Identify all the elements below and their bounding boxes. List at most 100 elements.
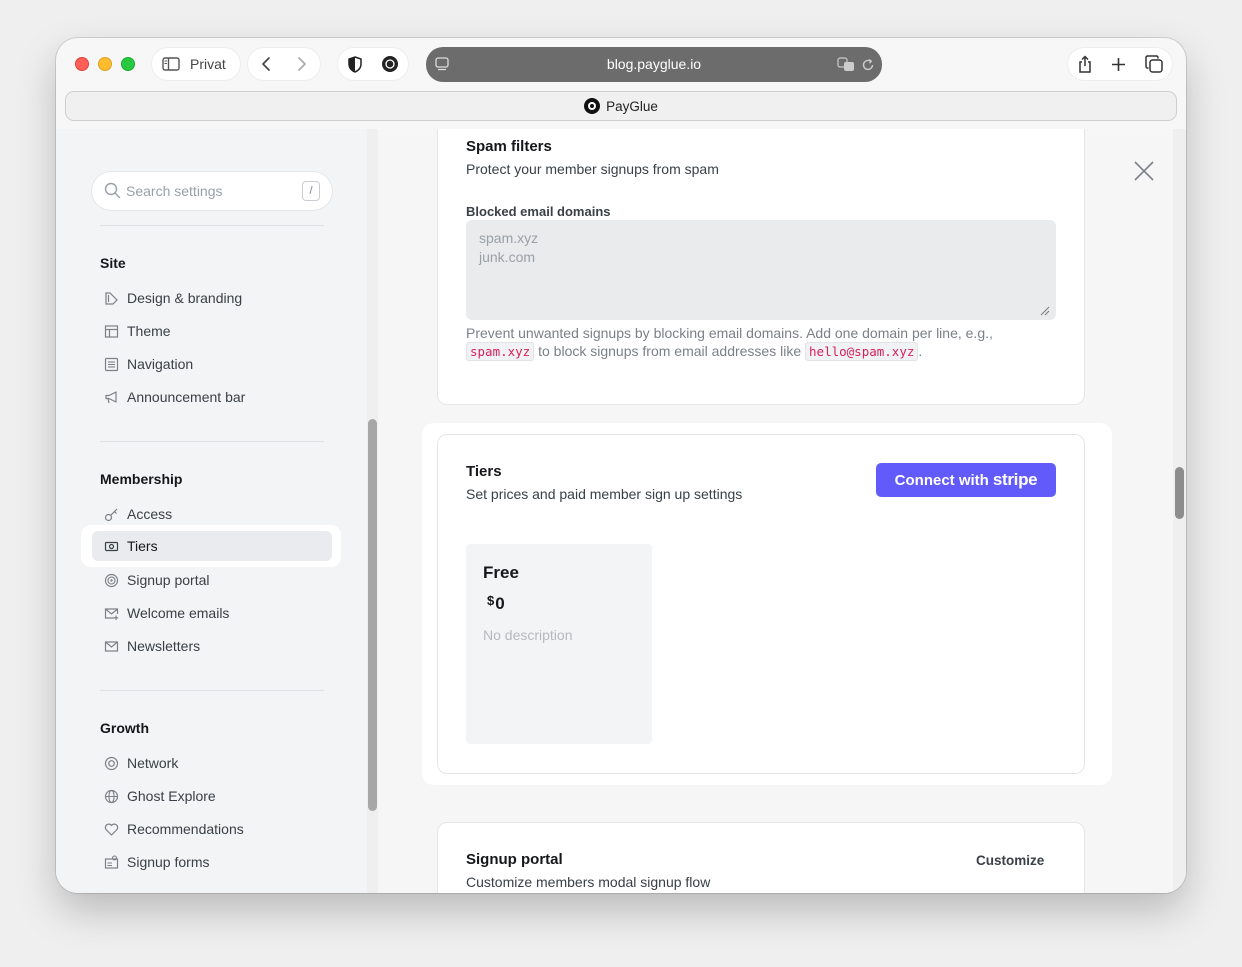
sidebar-item-design-branding[interactable]: Design & branding (92, 283, 332, 313)
tier-description: No description (483, 627, 573, 643)
sidebar-item-label: Signup forms (127, 854, 210, 870)
search-placeholder: Search settings (126, 183, 223, 199)
megaphone-icon (105, 390, 117, 403)
sidebar-item-announcement-bar[interactable]: Announcement bar (92, 382, 332, 412)
sidebar-item-label: Announcement bar (127, 389, 246, 405)
blocked-domains-label: Blocked email domains (466, 204, 611, 219)
sidebar-item-label: Ghost Explore (127, 788, 216, 804)
sidebar-divider (100, 441, 324, 442)
new-tab-icon[interactable] (1111, 57, 1126, 72)
tabs-overview-icon[interactable] (1145, 55, 1163, 73)
list-icon (104, 357, 119, 371)
tab-payglue[interactable]: PayGlue (65, 91, 1177, 121)
sidebar-item-label: Theme (127, 323, 171, 339)
search-input[interactable]: Search settings / (92, 172, 332, 210)
extension-buttons (338, 48, 408, 80)
zoom-window-button[interactable] (121, 57, 135, 71)
section-title-site: Site (100, 255, 126, 271)
form-icon (104, 854, 119, 869)
sidebar-icon (162, 57, 180, 71)
sidebar-item-theme[interactable]: Theme (92, 316, 332, 346)
connect-label: Connect with (894, 471, 989, 489)
signup-portal-card: Signup portal Customize members modal si… (437, 822, 1085, 893)
settings-sidebar: Search settings / Site Design & branding… (56, 129, 378, 893)
sidebar-item-label: Tiers (127, 538, 158, 554)
address-bar[interactable]: blog.payglue.io (426, 47, 882, 82)
heart-icon (104, 823, 119, 836)
main-scrollbar[interactable] (1175, 467, 1184, 519)
sidebar-item-label: Newsletters (127, 638, 201, 654)
sidebar-item-label: Recommendations (127, 821, 244, 837)
key-icon (104, 508, 118, 521)
tier-currency: $ (487, 593, 495, 608)
close-icon[interactable] (1132, 159, 1156, 183)
sidebar-item-ghost-explore[interactable]: Ghost Explore (92, 781, 332, 811)
code-example-email: hello@spam.xyz (805, 342, 919, 361)
layout-icon (104, 324, 119, 338)
search-shortcut-key: / (302, 181, 320, 201)
sidebar-item-label: Signup portal (127, 572, 210, 588)
tiers-card: Tiers Set prices and paid member sign up… (437, 434, 1085, 774)
sidebar-item-label: Design & branding (127, 290, 243, 306)
shield-icon[interactable] (347, 55, 363, 73)
sidebar-item-signup-portal[interactable]: Signup portal (92, 565, 332, 595)
sidebar-item-newsletters[interactable]: Newsletters (92, 631, 332, 661)
customize-button[interactable]: Customize (976, 853, 1044, 868)
spam-filters-subtitle: Protect your member signups from spam (466, 161, 719, 177)
sidebar-item-signup-forms[interactable]: Signup forms (92, 847, 332, 877)
sidebar-item-recommendations[interactable]: Recommendations (92, 814, 332, 844)
sidebar-item-label: Welcome emails (127, 605, 230, 621)
sidebar-item-navigation[interactable]: Navigation (92, 349, 332, 379)
globe-icon (104, 789, 119, 803)
profile-label: Privat (190, 56, 226, 72)
sidebar-divider (100, 690, 324, 691)
tier-name: Free (483, 563, 519, 582)
tier-amount: 0 (495, 594, 505, 613)
blocked-domains-hint: Prevent unwanted signups by blocking ema… (466, 324, 1066, 361)
minimize-window-button[interactable] (98, 57, 112, 71)
stripe-logo: stripe (992, 470, 1038, 489)
section-title-growth: Growth (100, 720, 149, 736)
sidebar-item-tiers[interactable]: Tiers (92, 531, 332, 561)
mail-plus-icon (104, 607, 119, 620)
settings-page: Search settings / Site Design & branding… (56, 129, 1186, 893)
tab-title: PayGlue (606, 98, 658, 114)
translate-icon[interactable] (837, 57, 855, 72)
blocked-domains-textarea[interactable]: spam.xyz junk.com (466, 220, 1056, 320)
network-icon (104, 756, 119, 770)
forward-icon[interactable] (296, 56, 308, 72)
sidebar-item-label: Network (127, 755, 179, 771)
connect-stripe-button[interactable]: Connect with stripe (876, 463, 1056, 497)
tiers-title: Tiers (466, 463, 502, 480)
resize-handle-icon[interactable] (1040, 306, 1050, 316)
portal-icon (104, 573, 119, 587)
brush-icon (105, 291, 118, 305)
nav-buttons (248, 48, 320, 80)
sidebar-toggle-button[interactable]: Privat (152, 48, 240, 80)
spam-filters-title: Spam filters (466, 138, 552, 155)
spam-filters-card: Spam filters Protect your member signups… (437, 129, 1085, 405)
signup-portal-subtitle: Customize members modal signup flow (466, 874, 711, 890)
settings-main: Spam filters Protect your member signups… (378, 129, 1186, 893)
mail-icon (104, 640, 119, 652)
reload-icon[interactable] (861, 58, 875, 72)
sidebar-item-label: Navigation (127, 356, 194, 372)
payglue-logo-icon (584, 98, 601, 114)
browser-toolbar: Privat blog.payglue.io (56, 38, 1186, 90)
extension-icon[interactable] (381, 55, 399, 73)
money-icon (104, 541, 119, 551)
sidebar-item-network[interactable]: Network (92, 748, 332, 778)
sidebar-item-welcome-emails[interactable]: Welcome emails (92, 598, 332, 628)
tier-card-free[interactable]: Free $0 No description (466, 544, 652, 744)
back-icon[interactable] (260, 56, 272, 72)
sidebar-scrollbar[interactable] (368, 419, 377, 811)
toolbar-right-buttons (1068, 48, 1172, 80)
hint-text: Prevent unwanted signups by blocking ema… (466, 325, 993, 341)
close-window-button[interactable] (75, 57, 89, 71)
sidebar-divider (100, 225, 324, 226)
share-icon[interactable] (1077, 54, 1093, 74)
sidebar-item-label: Access (127, 506, 173, 522)
search-icon (104, 182, 121, 199)
signup-portal-title: Signup portal (466, 851, 563, 868)
hint-text: . (918, 343, 923, 359)
